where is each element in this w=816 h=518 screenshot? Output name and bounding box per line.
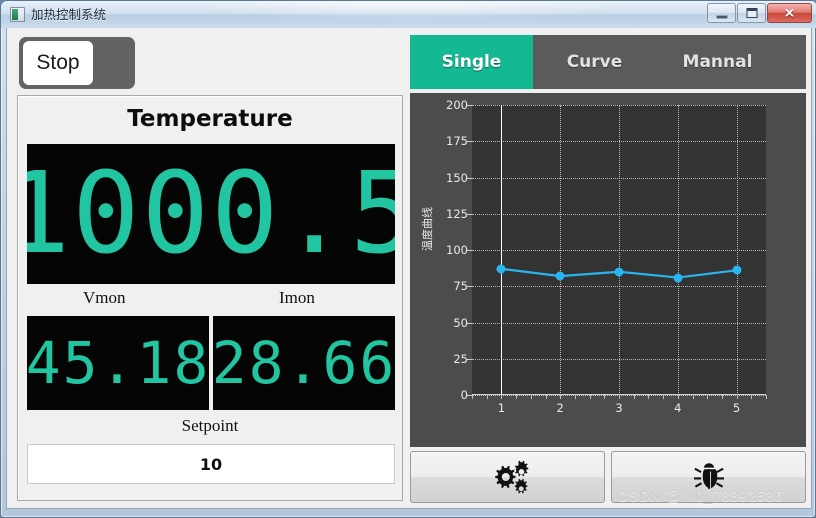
imon-value: 28.66 <box>213 329 395 397</box>
chart-x-minor-tick <box>677 395 679 399</box>
chart-x-minor-tick <box>721 395 723 399</box>
chart-x-minor-tick <box>736 395 738 399</box>
vmon-value: 45.18 <box>27 329 209 397</box>
tab-curve[interactable]: Curve <box>533 35 656 89</box>
chart-x-tick-label: 1 <box>497 401 506 415</box>
chart-y-tick-label: 0 <box>460 388 468 402</box>
maximize-icon <box>746 8 757 18</box>
chart-data-point[interactable] <box>614 267 624 277</box>
vmon-label: Vmon <box>83 288 126 307</box>
gears-icon <box>487 460 529 494</box>
chart-x-minor-tick <box>619 395 620 399</box>
chart-y-tick-label: 150 <box>446 170 468 185</box>
window-title: 加热控制系统 <box>31 7 107 22</box>
imon-display: 28.66 <box>213 316 395 410</box>
window-controls: ✕ <box>706 3 812 24</box>
tab-bar: Single Curve Mannal <box>410 35 806 89</box>
tab-curve-label: Curve <box>566 52 623 72</box>
chart-x-tick-label: 2 <box>556 401 564 415</box>
setpoint-input[interactable]: 10 <box>27 444 395 484</box>
monitor-labels: Vmon Imon <box>27 288 395 314</box>
power-toggle[interactable]: Stop <box>19 37 135 89</box>
chart-y-tick-label: 125 <box>446 206 468 221</box>
settings-button[interactable] <box>410 451 605 503</box>
chart-x-minor-tick <box>707 395 709 399</box>
right-column: Single Curve Mannal 温度曲线 0 25 50 75 100 125 15… <box>408 31 808 505</box>
application-window: 加热控制系统 ✕ Stop Temperature 1000.5 Vmon Im… <box>0 0 816 518</box>
chart-x-minor-tick <box>516 395 518 399</box>
temperature-panel: Temperature 1000.5 Vmon Imon 45.18 28.66… <box>17 95 403 501</box>
chart-y-tick-label: 25 <box>453 351 468 366</box>
chart-plot-area: 0 25 50 75 100 125 150 175 200 1 2 3 4 5 <box>446 98 767 415</box>
tab-single-label: Single <box>441 52 502 72</box>
chart-x-minor-tick <box>633 395 635 399</box>
chart-data-point[interactable] <box>732 265 742 275</box>
tab-mannal-label: Mannal <box>682 52 753 72</box>
chart-x-minor-tick <box>751 395 753 399</box>
chart-y-tick-label: 175 <box>446 134 468 149</box>
chart-x-minor-tick <box>604 395 606 399</box>
maximize-button[interactable] <box>737 3 766 23</box>
bug-icon <box>692 460 726 494</box>
chart-x-minor-tick <box>663 395 665 399</box>
debug-button[interactable] <box>611 451 806 503</box>
chart-x-minor-tick <box>766 395 767 399</box>
client-area: Stop Temperature 1000.5 Vmon Imon 45.18 … <box>6 28 812 509</box>
chart-x-minor-tick <box>648 395 650 399</box>
temperature-chart[interactable]: 温度曲线 0 25 50 75 100 125 150 175 200 1 2 3 4 5 <box>410 93 806 447</box>
left-column: Stop Temperature 1000.5 Vmon Imon 45.18 … <box>11 31 407 505</box>
temperature-value: 1000.5 <box>27 149 395 279</box>
chart-y-tick-label: 75 <box>453 279 468 294</box>
setpoint-label: Setpoint <box>181 416 239 435</box>
chart-x-minor-tick <box>589 395 591 399</box>
minimize-button[interactable] <box>707 3 736 23</box>
tab-single[interactable]: Single <box>410 35 533 89</box>
chart-x-minor-tick <box>545 395 547 399</box>
close-button[interactable]: ✕ <box>767 3 812 23</box>
title-bar-sheen <box>1 1 816 28</box>
title-bar[interactable]: 加热控制系统 ✕ <box>1 1 816 28</box>
app-icon <box>10 7 25 22</box>
chart-x-minor-tick <box>574 395 576 399</box>
chart-data-point[interactable] <box>555 271 565 281</box>
tab-mannal[interactable]: Mannal <box>656 35 779 89</box>
chart-x-minor-tick <box>692 395 694 399</box>
power-toggle-label: Stop <box>36 51 80 74</box>
chart-x-tick-label: 4 <box>674 401 682 415</box>
chart-y-tick-label: 50 <box>453 315 468 330</box>
imon-label: Imon <box>279 288 315 307</box>
chart-x-minor-tick <box>486 395 488 399</box>
tab-bar-filler <box>779 35 806 89</box>
chart-x-minor-tick <box>560 395 562 399</box>
chart-x-minor-tick <box>472 395 473 399</box>
chart-x-tick-label: 5 <box>732 401 741 415</box>
close-icon: ✕ <box>784 5 795 21</box>
page-title: Temperature <box>127 106 293 132</box>
temperature-display: 1000.5 <box>27 144 395 284</box>
chart-y-tick-label: 100 <box>446 243 468 257</box>
chart-series-line <box>501 267 737 279</box>
vmon-display: 45.18 <box>27 316 209 410</box>
chart-y-tick-label: 200 <box>446 98 468 112</box>
minimize-icon <box>716 15 727 19</box>
chart-data-point[interactable] <box>496 264 506 274</box>
chart-x-minor-tick <box>501 395 503 399</box>
chart-x-tick-label: 3 <box>615 401 623 415</box>
chart-x-minor-tick <box>530 395 532 399</box>
power-toggle-thumb[interactable]: Stop <box>23 41 93 85</box>
action-button-row <box>410 451 806 505</box>
chart-data-point[interactable] <box>673 273 683 283</box>
